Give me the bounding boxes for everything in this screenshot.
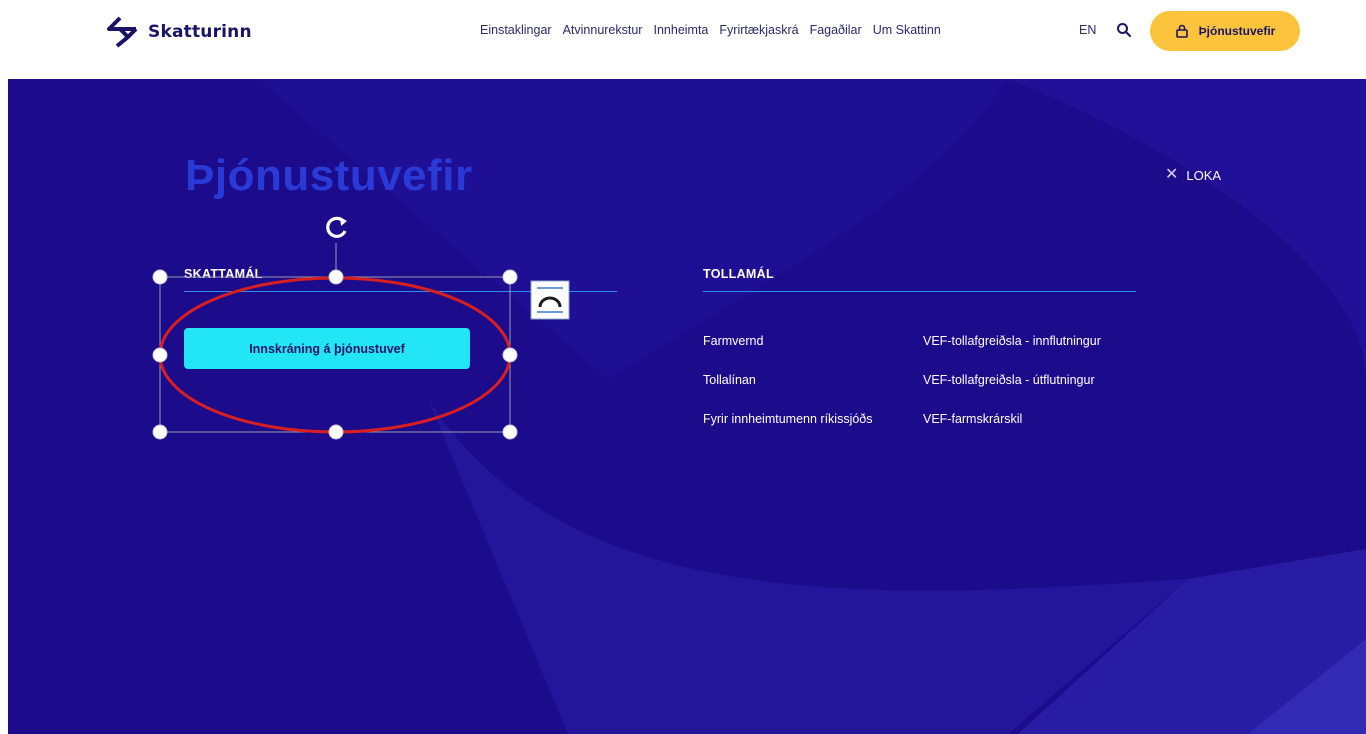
site-header: Skatturinn Einstaklingar Atvinnurekstur … — [0, 0, 1366, 74]
nav-item-um-skattinn[interactable]: Um Skattinn — [873, 23, 941, 37]
close-icon: ✕ — [1165, 166, 1179, 183]
nav-item-innheimta[interactable]: Innheimta — [653, 23, 708, 37]
main-nav: Einstaklingar Atvinnurekstur Innheimta F… — [480, 23, 952, 37]
tollamal-heading: TOLLAMÁL — [703, 267, 774, 281]
search-button[interactable] — [1116, 22, 1132, 38]
link-farmvernd[interactable]: Farmvernd — [703, 334, 763, 348]
link-vef-utflutningur[interactable]: VEF-tollafgreiðsla - útflutningur — [923, 373, 1095, 387]
tollamal-divider — [703, 291, 1136, 292]
link-vef-farmskrarskil[interactable]: VEF-farmskrárskil — [923, 412, 1022, 426]
nav-item-einstaklingar[interactable]: Einstaklingar — [480, 23, 552, 37]
skattamal-heading: SKATTAMÁL — [184, 267, 263, 281]
service-portals-label: Þjónustuvefir — [1198, 24, 1276, 38]
search-icon — [1117, 23, 1131, 37]
service-login-button[interactable]: Innskráning á þjónustuvef — [184, 328, 470, 369]
service-portals-panel: Þjónustuvefir ✕ LOKA SKATTAMÁL Innskráni… — [8, 79, 1366, 734]
page-title: Þjónustuvefir — [185, 151, 473, 200]
skatturinn-logo-icon — [107, 16, 138, 48]
logo-text: Skatturinn — [148, 22, 252, 42]
link-tollalinan[interactable]: Tollalínan — [703, 373, 756, 387]
link-vef-innflutningur[interactable]: VEF-tollafgreiðsla - innflutningur — [923, 334, 1101, 348]
service-portals-button[interactable]: Þjónustuvefir — [1150, 11, 1300, 51]
link-innheimtumenn[interactable]: Fyrir innheimtumenn ríkissjóðs — [703, 412, 873, 426]
lock-icon — [1175, 24, 1188, 38]
nav-item-atvinnurekstur[interactable]: Atvinnurekstur — [563, 23, 643, 37]
nav-item-fyrirtaekjaskra[interactable]: Fyrirtækjaskrá — [719, 23, 798, 37]
close-button[interactable]: ✕ LOKA — [1165, 167, 1221, 183]
logo-link[interactable]: Skatturinn — [106, 14, 252, 50]
language-switch[interactable]: EN — [1079, 23, 1096, 37]
skattamal-divider — [184, 291, 617, 292]
close-label: LOKA — [1186, 167, 1222, 183]
nav-item-fagadilar[interactable]: Fagaðilar — [810, 23, 862, 37]
